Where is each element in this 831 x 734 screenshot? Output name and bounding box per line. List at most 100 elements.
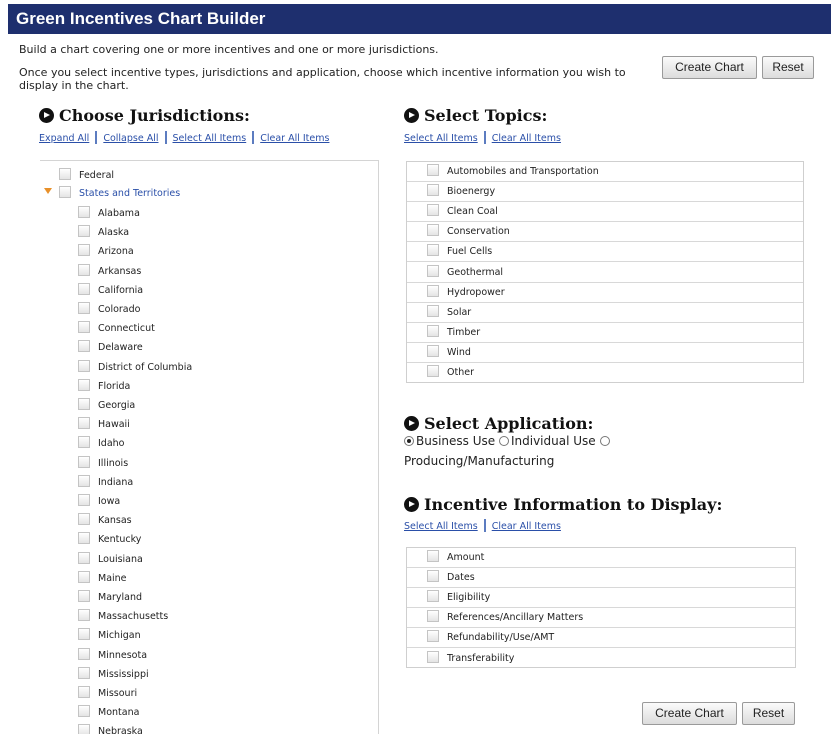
jurisdiction-state-item[interactable]: Louisiana xyxy=(78,551,143,565)
topic-item[interactable]: Automobiles and Transportation xyxy=(407,162,803,183)
radio-business-use[interactable]: Business Use xyxy=(404,434,495,448)
topics-select-all-link[interactable]: Select All Items xyxy=(404,133,478,144)
radio-producing[interactable] xyxy=(599,434,612,448)
jurisdiction-state-item[interactable]: Arizona xyxy=(78,244,134,257)
jurisdiction-state-item[interactable]: Arkansas xyxy=(78,263,141,277)
jurisdiction-state-item[interactable]: Maryland xyxy=(78,590,142,603)
jurisdiction-state-item[interactable]: Hawaii xyxy=(78,417,130,430)
checkbox[interactable] xyxy=(78,647,90,660)
topic-item[interactable]: Timber xyxy=(407,323,803,343)
checkbox[interactable] xyxy=(78,282,90,295)
checkbox[interactable] xyxy=(78,532,90,545)
checkbox[interactable] xyxy=(78,474,90,487)
checkbox[interactable] xyxy=(59,186,71,198)
jurisdiction-state-item[interactable]: Florida xyxy=(78,378,130,392)
checkbox[interactable] xyxy=(78,724,90,734)
checkbox[interactable] xyxy=(427,344,439,357)
topic-item[interactable]: Hydropower xyxy=(407,283,803,303)
jurisdiction-state-item[interactable]: Montana xyxy=(78,705,139,718)
checkbox[interactable] xyxy=(78,590,90,602)
checkbox[interactable] xyxy=(78,455,90,468)
display-info-item[interactable]: Eligibility xyxy=(407,588,795,609)
checkbox[interactable] xyxy=(78,417,90,430)
checkbox[interactable] xyxy=(78,359,90,372)
jurisdictions-clear-all-link[interactable]: Clear All Items xyxy=(260,133,329,144)
jurisdiction-state-item[interactable]: Missouri xyxy=(78,686,137,699)
collapse-all-link[interactable]: Collapse All xyxy=(103,133,158,144)
topics-clear-all-link[interactable]: Clear All Items xyxy=(492,133,561,144)
checkbox[interactable] xyxy=(427,244,439,257)
display-info-item[interactable]: Dates xyxy=(407,568,795,589)
checkbox[interactable] xyxy=(427,650,439,663)
jurisdiction-state-item[interactable]: Illinois xyxy=(78,455,128,469)
reset-button-bottom[interactable]: Reset xyxy=(742,702,795,725)
checkbox[interactable] xyxy=(427,204,439,217)
display-info-item[interactable]: References/Ancillary Matters xyxy=(407,608,795,629)
checkbox[interactable] xyxy=(427,365,439,377)
checkbox[interactable] xyxy=(427,590,439,603)
jurisdiction-state-item[interactable]: Alaska xyxy=(78,225,129,238)
jurisdiction-state-item[interactable]: Kansas xyxy=(78,513,132,526)
checkbox[interactable] xyxy=(427,284,439,297)
radio-individual-use[interactable]: Individual Use xyxy=(498,434,596,448)
display-info-item[interactable]: Transferability xyxy=(407,649,795,669)
display-info-item[interactable]: Amount xyxy=(407,548,795,569)
reset-button-top[interactable]: Reset xyxy=(762,56,814,79)
jurisdiction-state-item[interactable]: Indiana xyxy=(78,474,133,488)
checkbox[interactable] xyxy=(78,436,90,449)
jurisdictions-select-all-link[interactable]: Select All Items xyxy=(173,133,247,144)
checkbox[interactable] xyxy=(427,610,439,623)
jurisdiction-federal[interactable]: Federal xyxy=(59,168,114,181)
radio-selected-icon[interactable] xyxy=(404,436,414,446)
checkbox[interactable] xyxy=(427,630,439,643)
display-clear-all-link[interactable]: Clear All Items xyxy=(492,521,561,532)
topic-item[interactable]: Wind xyxy=(407,343,803,363)
display-select-all-link[interactable]: Select All Items xyxy=(404,521,478,532)
jurisdiction-state-item[interactable]: Connecticut xyxy=(78,321,155,334)
checkbox[interactable] xyxy=(78,340,90,353)
checkbox[interactable] xyxy=(427,264,439,277)
checkbox[interactable] xyxy=(78,551,90,564)
jurisdiction-state-item[interactable]: Alabama xyxy=(78,206,140,219)
checkbox[interactable] xyxy=(78,494,90,506)
checkbox[interactable] xyxy=(78,398,90,410)
radio-icon[interactable] xyxy=(498,436,509,446)
jurisdiction-state-item[interactable]: District of Columbia xyxy=(78,359,192,373)
display-info-item[interactable]: Refundability/Use/AMT xyxy=(407,628,795,649)
jurisdiction-state-item[interactable]: Maine xyxy=(78,570,127,584)
checkbox[interactable] xyxy=(427,570,439,583)
topic-item[interactable]: Other xyxy=(407,363,803,383)
checkbox[interactable] xyxy=(78,302,90,314)
checkbox[interactable] xyxy=(78,225,90,238)
topic-item[interactable]: Bioenergy xyxy=(407,182,803,203)
checkbox[interactable] xyxy=(427,184,439,197)
checkbox[interactable] xyxy=(78,513,90,526)
checkbox[interactable] xyxy=(78,686,90,698)
checkbox[interactable] xyxy=(78,705,90,718)
checkbox[interactable] xyxy=(78,628,90,641)
checkbox[interactable] xyxy=(427,324,439,337)
topic-item[interactable]: Clean Coal xyxy=(407,202,803,223)
jurisdiction-state-item[interactable]: Massachusetts xyxy=(78,609,168,622)
jurisdiction-state-item[interactable]: Michigan xyxy=(78,628,141,641)
jurisdiction-state-item[interactable]: Mississippi xyxy=(78,666,149,680)
jurisdiction-state-item[interactable]: Kentucky xyxy=(78,532,141,545)
checkbox[interactable] xyxy=(427,304,439,317)
jurisdiction-state-item[interactable]: Delaware xyxy=(78,340,143,353)
jurisdiction-state-item[interactable]: Georgia xyxy=(78,398,135,411)
jurisdiction-state-item[interactable]: Nebraska xyxy=(78,724,143,734)
topic-item[interactable]: Conservation xyxy=(407,222,803,243)
checkbox[interactable] xyxy=(78,666,90,679)
checkbox[interactable] xyxy=(78,244,90,257)
topic-item[interactable]: Fuel Cells xyxy=(407,242,803,263)
radio-icon[interactable] xyxy=(599,436,610,446)
topic-item[interactable]: Solar xyxy=(407,303,803,323)
expand-all-link[interactable]: Expand All xyxy=(39,133,89,144)
create-chart-button-bottom[interactable]: Create Chart xyxy=(642,702,737,725)
topic-item[interactable]: Geothermal xyxy=(407,263,803,283)
checkbox[interactable] xyxy=(78,206,90,218)
jurisdiction-state-item[interactable]: Idaho xyxy=(78,436,125,449)
jurisdiction-states-group[interactable]: States and Territories xyxy=(59,186,180,199)
checkbox[interactable] xyxy=(78,263,90,276)
checkbox[interactable] xyxy=(427,550,439,562)
